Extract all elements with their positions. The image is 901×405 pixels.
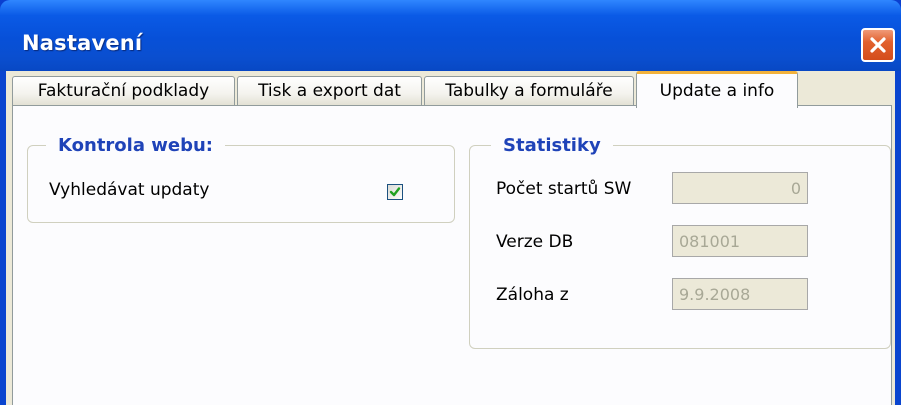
group-web-check: Kontrola webu: Vyhledávat updaty (27, 135, 455, 223)
close-icon (870, 37, 886, 53)
window-border-right (895, 71, 901, 405)
tab-label: Update a info (659, 81, 775, 101)
stat-value-backup: 9.9.2008 (679, 284, 751, 304)
stat-field-starts: 0 (672, 172, 808, 204)
close-button[interactable] (861, 28, 895, 62)
search-updates-label: Vyhledávat updaty (49, 180, 210, 200)
stat-value-starts: 0 (790, 178, 801, 198)
group-statistics: Statistiky Počet startů SW 0 Verze DB 08… (469, 135, 891, 349)
group-title-statistics: Statistiky (491, 135, 613, 156)
title-bar[interactable]: Nastavení (0, 0, 901, 71)
group-title-web-check: Kontrola webu: (46, 135, 225, 156)
tab-panel-update-a-info: Kontrola webu: Vyhledávat updaty Statist… (12, 106, 892, 405)
search-updates-checkbox[interactable] (387, 184, 403, 200)
stat-field-backup: 9.9.2008 (672, 278, 808, 310)
stat-label-backup: Záloha z (496, 285, 569, 305)
stat-label-starts: Počet startů SW (496, 179, 632, 199)
stat-value-db-version: 081001 (679, 231, 741, 251)
checkmark-icon (389, 187, 401, 197)
settings-window: Nastavení Fakturační podklady Tisk a exp… (0, 0, 901, 405)
window-title: Nastavení (22, 31, 143, 55)
tab-tisk-a-export[interactable]: Tisk a export dat (237, 76, 422, 105)
tab-label: Tabulky a formuláře (445, 81, 613, 101)
tab-fakturacni-podklady[interactable]: Fakturační podklady (12, 76, 235, 105)
tab-label: Fakturační podklady (37, 81, 210, 101)
tab-tabulky-a-formulare[interactable]: Tabulky a formuláře (424, 76, 634, 105)
stat-field-db-version: 081001 (672, 225, 808, 257)
stat-label-db-version: Verze DB (496, 232, 574, 252)
client-area: Fakturační podklady Tisk a export dat Ta… (6, 71, 895, 405)
tab-label: Tisk a export dat (258, 81, 401, 101)
tab-strip: Fakturační podklady Tisk a export dat Ta… (12, 71, 892, 108)
tab-update-a-info[interactable]: Update a info (636, 71, 798, 108)
